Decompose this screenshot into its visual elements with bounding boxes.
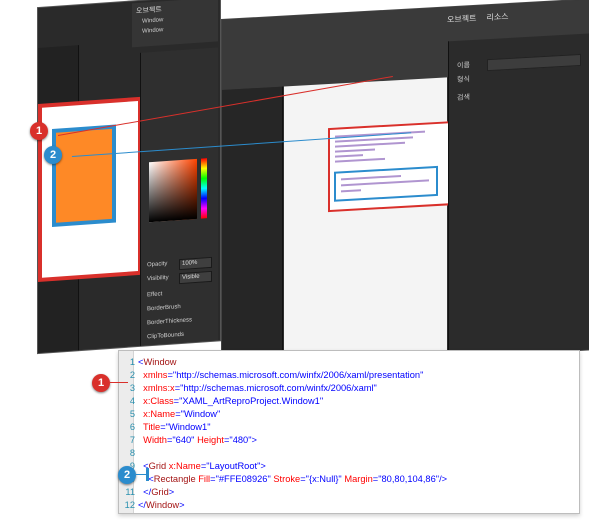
prop-type-label: 형식 (457, 76, 470, 84)
code-badge-2: 2 (118, 466, 136, 484)
code-token: "{x:Null}" (305, 474, 342, 484)
line-number: 12 (124, 500, 135, 510)
visibility-label: Visibility (147, 274, 169, 283)
code-token: /> (439, 474, 448, 484)
code-token: "Window1" (165, 422, 211, 432)
color-picker[interactable] (149, 158, 197, 223)
code-line[interactable]: 1 <Window (123, 356, 177, 368)
front-window-name: Window (142, 17, 164, 25)
orange-rectangle[interactable] (56, 128, 112, 223)
code-token: x:Name (168, 461, 201, 471)
front-panel-tabs: 오브젝트 Window Window (132, 0, 218, 48)
line-number: 1 (129, 357, 135, 367)
code-token: x:Name (143, 409, 176, 419)
code-token: > (168, 487, 175, 497)
hue-slider[interactable] (201, 158, 207, 219)
code-token: Grid (148, 461, 167, 471)
code-token: "640" (172, 435, 195, 445)
code-line[interactable]: 2 xmlns="http://schemas.microsoft.com/wi… (123, 369, 424, 381)
code-line[interactable]: 11 </Grid> (123, 486, 174, 498)
line-number: 6 (129, 422, 135, 432)
code-token: </ (143, 487, 152, 497)
opacity-field[interactable]: 100% (179, 256, 212, 271)
code-line[interactable]: 9 <Grid x:Name="LayoutRoot"> (123, 460, 266, 472)
code-token: </ (138, 500, 147, 510)
code-line-10-marker (146, 468, 149, 481)
code-line[interactable]: 4 x:Class="XAML_ArtReproProject.Window1" (123, 395, 323, 407)
code-token: "Window" (180, 409, 221, 419)
code-token: "#FFE08926" (215, 474, 271, 484)
design-view-window: 오브젝트 Window Window Opacity 100% Visibili… (38, 0, 220, 354)
code-token: Margin (344, 474, 373, 484)
borderbrush-label: BorderBrush (147, 304, 181, 313)
line-number: 4 (129, 396, 135, 406)
code-token: Window (143, 357, 177, 367)
code-token: Grid (151, 487, 169, 497)
code-line[interactable]: 12 </Window> (123, 499, 185, 511)
line-number: 3 (129, 383, 135, 393)
code-line[interactable]: 8 (123, 447, 138, 459)
code-token: "http://schemas.microsoft.com/winfx/2006… (172, 370, 424, 380)
xaml-view-window: 오브젝트 리소스 이름 형식 검색 (222, 0, 589, 371)
code-token: x:Class (143, 396, 174, 406)
front-properties-pane: Opacity 100% Visibility Visible Effect B… (140, 47, 218, 346)
code-line[interactable]: 10 <Rectangle Fill="#FFE08926" Stroke="{… (123, 473, 447, 485)
tab-resources[interactable]: 리소스 (486, 10, 508, 22)
code-line[interactable]: 7 Width="640" Height="480"> (123, 434, 257, 446)
rectangle-code-highlight (334, 165, 438, 202)
line-number: 8 (129, 448, 135, 458)
visibility-field[interactable]: Visible (179, 270, 212, 285)
code-token: Window (146, 500, 180, 510)
line-number: 2 (129, 370, 135, 380)
back-panel-tabs: 오브젝트 리소스 (447, 4, 585, 28)
code-token: xmlns:x (143, 383, 175, 393)
code-line[interactable]: 3 xmlns:x="http://schemas.microsoft.com/… (123, 382, 377, 394)
search-label: 검색 (457, 94, 470, 102)
code-token: Title (143, 422, 161, 432)
code-token: Height (197, 435, 224, 445)
code-token: Fill (198, 474, 211, 484)
code-token: > (260, 461, 266, 471)
back-left-pane (222, 86, 283, 370)
artboard[interactable] (42, 101, 138, 278)
front-tab-objects[interactable]: 오브젝트 (136, 4, 162, 16)
code-badge-1: 1 (92, 374, 110, 392)
opacity-label: Opacity (147, 260, 168, 269)
cliptobounds-label: ClipToBounds (147, 331, 185, 341)
callout-badge-1: 1 (30, 122, 48, 140)
code-line[interactable]: 5 x:Name="Window" (123, 408, 220, 420)
code-token: Stroke (273, 474, 301, 484)
code-token: "LayoutRoot" (206, 461, 261, 471)
code-token: "80,80,104,86" (378, 474, 440, 484)
xaml-document (284, 77, 460, 367)
prop-name-label: 이름 (457, 62, 470, 70)
code-token: xmlns (143, 370, 168, 380)
code-token: "480" (229, 435, 252, 445)
code-token: Width (143, 435, 167, 445)
back-properties-pane: 이름 형식 검색 (448, 33, 589, 358)
code-token: "XAML_ArtReproProject.Window1" (179, 396, 324, 406)
line-number: 7 (129, 435, 135, 445)
code-token: Rectangle (153, 474, 196, 484)
code-badge-1-leader (110, 382, 128, 383)
code-token: > (251, 435, 257, 445)
effect-label: Effect (147, 291, 163, 299)
borderthickness-label: BorderThickness (147, 317, 193, 327)
code-badge-2-leader (136, 474, 146, 475)
xaml-code-panel: 1 <Window 2 xmlns="http://schemas.microsof… (118, 350, 580, 514)
code-token: > (179, 500, 185, 510)
code-token: "http://schemas.microsoft.com/winfx/2006… (180, 383, 377, 393)
callout-badge-2: 2 (44, 146, 62, 164)
line-number: 11 (125, 487, 135, 497)
tab-objects[interactable]: 오브젝트 (447, 12, 476, 25)
front-window-type: Window (142, 27, 164, 35)
line-number: 5 (129, 409, 135, 419)
code-line[interactable]: 6 Title="Window1" (123, 421, 211, 433)
